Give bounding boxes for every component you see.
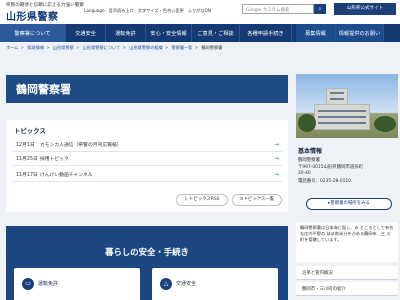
nav-applications[interactable]: 各種申請手続き [240,24,292,42]
station-name: 鶴岡警察署 [298,158,320,163]
station-photo [296,74,398,138]
language-link[interactable]: Language [84,8,105,13]
card-driving-license[interactable]: ▭ 運転免許 [14,268,140,300]
breadcrumb-organization[interactable]: 山形県警察の組織 [129,45,163,50]
search-icon: ⌕ [318,6,322,12]
title-banner: 鶴岡警察署 [6,75,288,103]
breadcrumb-current: 鶴岡警察署 [201,45,223,50]
site-logo[interactable]: 山形県警察 [6,8,59,23]
utility-bar: Language 音声読み上げ 文字サイズ・色合い変更 ふりがなON [84,6,215,15]
info-title: 基本情報 [298,148,323,155]
station-phone: 電話番号：0235-28-0110 [298,179,352,184]
topic-date: 11月25日 [16,157,38,162]
topic-item[interactable]: 11月17日 けんけい動画チャンネル → [12,168,282,182]
nav-driving-license[interactable]: 運転免許 [106,24,146,42]
arrow-right-icon: → [274,155,280,162]
topics-panel: トピックス 12月1日 カモシカ人通信（県警の月刊広報紙） → 11月25日 採… [6,120,288,212]
topic-item[interactable]: 11月25日 採用トピック → [12,152,282,166]
page-title: 鶴岡警察署 [16,83,71,96]
station-address: 〒997-0015山形県鶴岡市道形町 [298,165,364,170]
nav-traffic-safety[interactable]: 交通安全 [66,24,106,42]
search-input[interactable]: Google カスタム検索 [242,4,314,14]
side-link-city[interactable]: 鶴岡市・三川町の紹介 [296,282,398,296]
nav-about[interactable]: 警察署について [0,24,66,42]
description-box: 鶴岡警察署は日本海に面し、み ところとして有名な庄内平野の ほぼ南半分を占める鶴… [296,222,398,262]
topics-rss-label: トピックスRSS [188,197,220,202]
safety-section: 暮らしの安全・手続き ▭ 運転免許 △ 交通安全 [6,226,288,300]
nav-safety-info[interactable]: 安心・安全情報 [146,24,192,42]
topic-text: カモシカ人通信（県警の月刊広報紙） [40,143,122,148]
map-button-label: 警察署の場所をみる [330,201,370,206]
breadcrumb-police[interactable]: 山形県警察 [53,45,74,50]
station-address-2: 20-40 [298,171,311,176]
topic-text: けんけい動画チャンネル [40,173,93,178]
topic-item[interactable]: 12月1日 カモシカ人通信（県警の月刊広報紙） → [12,138,282,152]
furigana-link[interactable]: ふりがなON [188,8,211,14]
topic-date: 12月1日 [16,143,35,148]
font-size-link[interactable]: 文字サイズ・色合い変更 [138,8,184,14]
card-traffic-safety[interactable]: △ 交通安全 [152,268,278,300]
arrow-right-icon: → [274,141,280,148]
side-link-history[interactable]: 沿革と管内概況 [296,266,398,280]
topic-text: 採用トピック [40,157,69,162]
card-label: 運転免許 [38,281,59,287]
breadcrumb-about[interactable]: 山形県警察について [83,45,121,50]
main-nav: 警察署について 交通安全 運転免許 安心・安全情報 ご意見・ご相談 各種申請手続… [0,24,400,42]
topics-rss-button[interactable]: 》トピックスRSS [176,194,228,206]
topics-list-label: トピックス一覧 [243,197,275,202]
breadcrumb: ホーム > 県政情報 > 山形県警察 > 山形県警察について > 山形県警察の組織 > 警… [6,45,223,50]
topic-date: 11月17日 [16,173,38,178]
breadcrumb-home[interactable]: ホーム [6,45,18,50]
traffic-icon: △ [160,278,172,290]
read-aloud-link[interactable]: 音声読み上げ [109,8,134,14]
description-text: 鶴岡警察署は日本海に面し、み ところとして有名な庄内平野の ほぼ南半分を占める鶴… [300,225,394,243]
arrow-right-icon: → [274,171,280,178]
topics-title: トピックス [14,127,46,135]
breadcrumb-station-list[interactable]: 警察署一覧 [172,45,193,50]
nav-consultation[interactable]: ご意見・ご相談 [192,24,240,42]
nav-info-request[interactable]: 情報提供のお願い [336,24,384,42]
header: 県民の期待と信頼に応える力強い警察 山形県警察 Language 音声読み上げ … [0,0,400,24]
official-site-link[interactable]: 山形県公式サイト [334,3,396,15]
safety-title: 暮らしの安全・手続き [105,247,189,257]
topics-list-button[interactable]: ≡トピックス一覧 [232,194,282,206]
search-button[interactable]: ⌕ [314,4,326,14]
map-button[interactable]: ▸警察署の場所をみる [306,198,392,210]
nav-recruitment[interactable]: 募集情報 [296,24,336,42]
card-label: 交通安全 [176,281,197,287]
license-icon: ▭ [22,278,34,290]
breadcrumb-prefecture[interactable]: 県政情報 [27,45,44,50]
